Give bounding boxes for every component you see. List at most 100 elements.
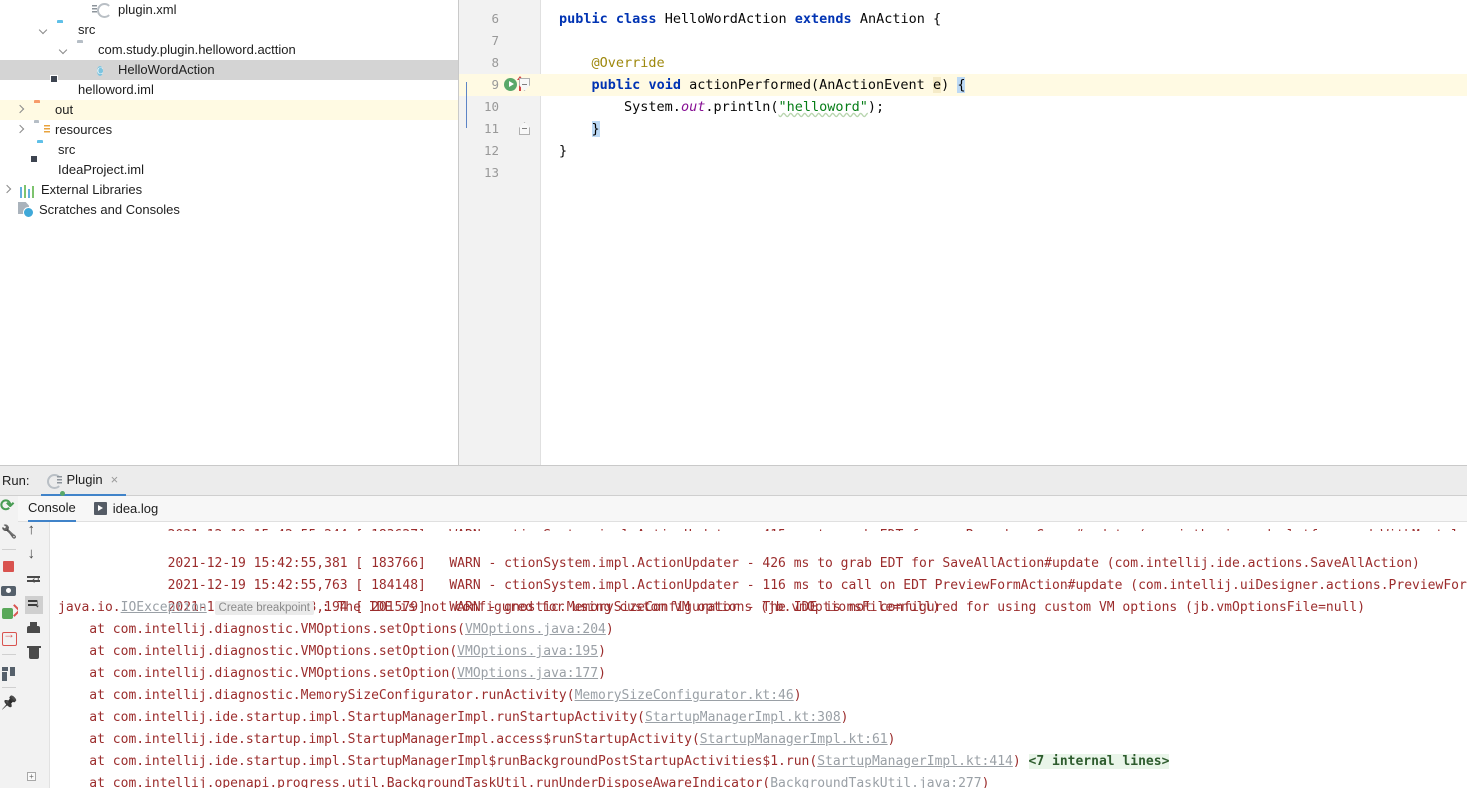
tree-item-out[interactable]: out (0, 100, 458, 120)
code-line-9[interactable]: 9 public void actionPerformed(AnActionEv… (459, 74, 1467, 96)
exception-suffix: : The IDE is not configured for using cu… (313, 600, 941, 615)
close-icon[interactable]: × (111, 473, 119, 486)
console-gutter-toolbar[interactable]: + (18, 521, 50, 788)
stack-frame: at com.intellij.diagnostic.MemorySizeCon… (58, 685, 1467, 707)
log-text: 2021-12-19 15:42:55,381 [ 183766] WARN -… (167, 556, 1420, 571)
tree-item-helloword-iml[interactable]: helloword.iml (0, 80, 458, 100)
frame-text: at com.intellij.diagnostic.VMOptions.set… (58, 666, 458, 681)
tree-item-src-module[interactable]: src (0, 20, 458, 40)
console-tab-bar[interactable]: Console idea.log (18, 496, 1467, 522)
toolbar-divider (2, 549, 16, 550)
run-left-toolbar[interactable] (0, 496, 18, 788)
frame-link[interactable]: VMOptions.java:195 (457, 644, 598, 659)
folder-icon (37, 142, 53, 158)
fold-expand-icon[interactable] (519, 122, 530, 135)
line-number: 9 (491, 77, 499, 92)
console-body: Console idea.log + (0, 496, 1467, 788)
tree-item-label: resources (55, 122, 113, 137)
tab-console-label: Console (28, 499, 76, 515)
chevron-right-icon[interactable] (14, 124, 26, 136)
scroll-to-end-icon[interactable] (24, 596, 43, 614)
code-line-7[interactable]: 7 (459, 30, 1467, 52)
pin-icon[interactable] (0, 695, 18, 713)
code-line-10[interactable]: 10 System.out.println("helloword"); (459, 96, 1467, 118)
code-editor[interactable]: 6 public class HelloWordAction extends A… (459, 0, 1467, 465)
tab-console[interactable]: Console (28, 496, 76, 522)
play-icon (93, 502, 107, 515)
code-content: public void actionPerformed(AnActionEven… (591, 77, 966, 93)
stack-frame: at com.intellij.diagnostic.VMOptions.set… (58, 619, 1467, 641)
tree-item-hellowordaction[interactable]: C HelloWordAction (0, 60, 458, 80)
create-breakpoint-chip[interactable]: Create breakpoint (214, 601, 314, 615)
clear-all-icon[interactable] (25, 644, 43, 662)
frame-suffix: ) (840, 710, 849, 725)
ide-window: plugin.xml src com.study.plugin.hellowor… (0, 0, 1467, 788)
chevron-down-icon[interactable] (58, 44, 70, 56)
run-tool-window: Run: Plugin × ⟳ 🔧 → 📌 Console idea.log ↑… (0, 465, 1467, 788)
settings-wrench-icon[interactable] (0, 524, 18, 542)
chevron-right-icon[interactable] (1, 184, 13, 196)
stop-icon[interactable] (0, 557, 18, 575)
chevron-down-icon[interactable] (38, 24, 50, 36)
tab-idea-log[interactable]: idea.log (93, 496, 159, 522)
tree-item-scratches-and-consoles[interactable]: Scratches and Consoles (0, 200, 458, 220)
tree-item-package[interactable]: com.study.plugin.helloword.acttion (0, 40, 458, 60)
print-icon[interactable] (25, 620, 43, 638)
project-tree-panel[interactable]: plugin.xml src com.study.plugin.hellowor… (0, 0, 459, 465)
toolbar-divider (2, 654, 16, 655)
package-icon (77, 42, 93, 58)
fold-expand-icon[interactable]: + (27, 772, 36, 781)
run-gutter-icon[interactable] (504, 78, 517, 91)
frame-link[interactable]: VMOptions.java:177 (457, 666, 598, 681)
frame-link[interactable]: StartupManagerImpl.kt:414 (817, 754, 1013, 769)
scroll-up-icon[interactable] (25, 521, 43, 542)
frame-text: at com.intellij.diagnostic.VMOptions.set… (58, 622, 465, 637)
tree-item-label: IdeaProject.iml (58, 162, 144, 177)
iml-file-icon (37, 162, 53, 178)
tab-idea-log-label: idea.log (112, 500, 159, 516)
code-line-8[interactable]: 8 @Override (459, 52, 1467, 74)
frame-link[interactable]: StartupManagerImpl.kt:308 (645, 710, 841, 725)
camera-icon[interactable] (0, 581, 18, 599)
frame-link[interactable]: StartupManagerImpl.kt:61 (700, 732, 888, 747)
frame-text: at com.intellij.diagnostic.MemorySizeCon… (58, 688, 575, 703)
frame-link[interactable]: BackgroundTaskUtil.java:277 (770, 776, 981, 788)
chevron-right-icon[interactable] (14, 104, 26, 116)
export-icon[interactable] (0, 627, 18, 647)
tree-item-resources[interactable]: resources (0, 120, 458, 140)
external-libraries-icon (20, 182, 36, 198)
line-number: 10 (483, 99, 499, 114)
rerun-icon[interactable] (0, 496, 18, 518)
tree-item-label: com.study.plugin.helloword.acttion (98, 42, 296, 57)
tree-item-plugin-xml[interactable]: plugin.xml (0, 0, 458, 20)
code-line-13[interactable]: 13 (459, 162, 1467, 184)
stack-frame: at com.intellij.ide.startup.impl.Startup… (58, 707, 1467, 729)
tree-item-src-root[interactable]: src (0, 140, 458, 160)
scroll-down-icon[interactable] (25, 545, 43, 566)
run-tab-label: Plugin (66, 472, 103, 487)
log-line-clipped: 2021-12-19 15:42:55,244 [ 183627] WARN -… (58, 522, 1467, 531)
stack-frame: at com.intellij.ide.startup.impl.Startup… (58, 751, 1467, 773)
internal-lines-chip[interactable]: <7 internal lines> (1028, 754, 1170, 769)
code-line-6[interactable]: 6 public class HelloWordAction extends A… (459, 8, 1467, 30)
code-line-12[interactable]: 12 } (459, 140, 1467, 162)
frame-link[interactable]: MemorySizeConfigurator.kt:46 (575, 688, 794, 703)
soft-wrap-icon[interactable] (25, 572, 43, 590)
code-content: @Override (591, 55, 665, 71)
exception-link[interactable]: IOException (121, 600, 207, 615)
layout-icon[interactable] (0, 662, 18, 680)
tree-item-ideaproject-iml[interactable]: IdeaProject.iml (0, 160, 458, 180)
tree-item-external-libraries[interactable]: External Libraries (0, 180, 458, 200)
run-label: Run: (2, 473, 30, 488)
line-number: 6 (491, 11, 499, 26)
frame-link[interactable]: VMOptions.java:204 (465, 622, 606, 637)
resources-folder-icon (34, 122, 50, 138)
code-line-11[interactable]: 11 } (459, 118, 1467, 140)
exception-prefix: java.io. (58, 600, 121, 615)
folder-icon (57, 22, 73, 38)
line-number: 12 (483, 143, 499, 158)
run-tab-plugin[interactable]: Plugin × (41, 466, 127, 496)
plugin-dev-icon[interactable] (0, 605, 18, 623)
console-output[interactable]: 2021-12-19 15:42:55,244 [ 183627] WARN -… (50, 522, 1467, 788)
console-area: + 2021-12-19 15:42:55,244 [ 183627] WARN… (18, 521, 1467, 788)
